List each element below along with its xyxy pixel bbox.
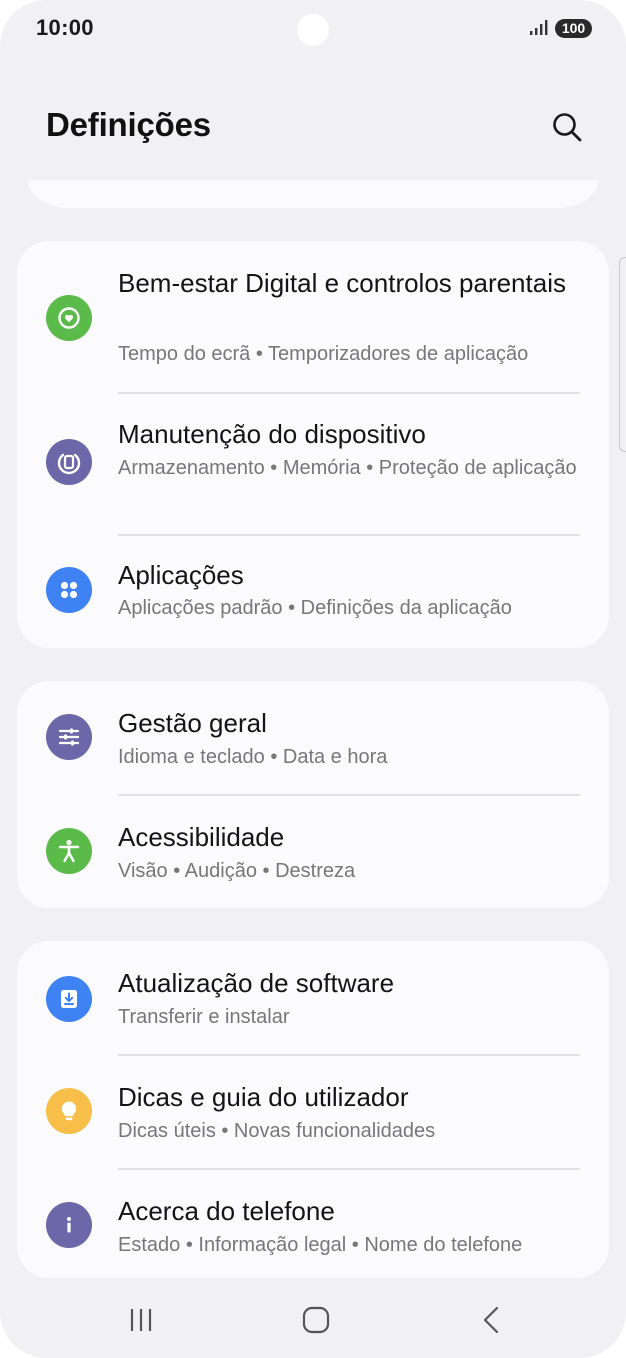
battery-icon: 100 xyxy=(555,19,592,38)
item-subtitle: Tempo do ecrã • Temporizadores de aplica… xyxy=(118,343,529,365)
digital-wellbeing-icon xyxy=(46,295,92,341)
accessibility-icon xyxy=(46,828,92,874)
recents-button[interactable] xyxy=(111,1290,171,1350)
recents-icon xyxy=(130,1309,152,1331)
info-icon xyxy=(46,1202,92,1248)
list-item-apps[interactable]: Aplicações Aplicações padrão • Definiçõe… xyxy=(17,535,609,648)
item-title: Manutenção do dispositivo xyxy=(118,419,426,449)
search-button[interactable] xyxy=(546,106,588,148)
search-icon xyxy=(553,113,582,142)
software-update-icon xyxy=(46,976,92,1022)
home-icon xyxy=(302,1306,330,1334)
signal-icon xyxy=(530,20,548,35)
item-title: Dicas e guia do utilizador xyxy=(118,1082,409,1112)
item-subtitle: Transferir e instalar xyxy=(118,1006,290,1028)
previous-card-edge xyxy=(28,180,598,208)
item-title: Atualização de software xyxy=(118,968,395,998)
phone-screen: 10:00 100 Definições Bem-estar Digital e… xyxy=(0,0,626,1358)
camera-cutout xyxy=(297,14,329,46)
item-title: Acerca do telefone xyxy=(118,1196,335,1226)
back-icon xyxy=(483,1306,499,1334)
item-title: Aplicações xyxy=(118,560,244,590)
list-item-accessibility[interactable]: Acessibilidade Visão • Audição • Destrez… xyxy=(17,795,609,908)
item-subtitle: Visão • Audição • Destreza xyxy=(118,860,356,882)
list-item-digital-wellbeing[interactable]: Bem-estar Digital e controlos parentais … xyxy=(17,241,609,394)
item-title: Gestão geral xyxy=(118,708,267,738)
list-item-device-care[interactable]: Manutenção do dispositivo Armazenamento … xyxy=(17,394,609,535)
item-title: Acessibilidade xyxy=(118,822,285,852)
apps-icon xyxy=(46,567,92,613)
settings-card-2: Gestão geral Idioma e teclado • Data e h… xyxy=(17,681,609,908)
status-time: 10:00 xyxy=(36,15,94,40)
sliders-icon xyxy=(46,714,92,760)
back-button[interactable] xyxy=(462,1290,522,1350)
list-item-about-phone[interactable]: Acerca do telefone Estado • Informação l… xyxy=(17,1169,609,1278)
navigation-bar xyxy=(0,1290,626,1350)
item-subtitle: Aplicações padrão • Definições da aplica… xyxy=(118,597,512,619)
settings-card-3: Atualização de software Transferir e ins… xyxy=(17,941,609,1278)
item-subtitle: Idioma e teclado • Data e hora xyxy=(118,746,388,768)
list-item-software-update[interactable]: Atualização de software Transferir e ins… xyxy=(17,941,609,1055)
device-care-icon xyxy=(46,439,92,485)
scrollbar[interactable] xyxy=(619,257,626,452)
settings-card-1: Bem-estar Digital e controlos parentais … xyxy=(17,241,609,648)
item-subtitle: Dicas úteis • Novas funcionalidades xyxy=(118,1120,436,1142)
list-item-general-management[interactable]: Gestão geral Idioma e teclado • Data e h… xyxy=(17,681,609,795)
item-title: Bem-estar Digital e controlos parentais xyxy=(118,268,566,298)
home-button[interactable] xyxy=(286,1290,346,1350)
status-bar: 10:00 100 xyxy=(0,0,626,60)
item-subtitle: Armazenamento • Memória • Proteção de ap… xyxy=(118,457,577,479)
list-item-tips-user-guide[interactable]: Dicas e guia do utilizador Dicas úteis •… xyxy=(17,1055,609,1169)
lightbulb-icon xyxy=(46,1088,92,1134)
page-title: Definições xyxy=(46,106,211,143)
item-subtitle: Estado • Informação legal • Nome do tele… xyxy=(118,1234,523,1256)
